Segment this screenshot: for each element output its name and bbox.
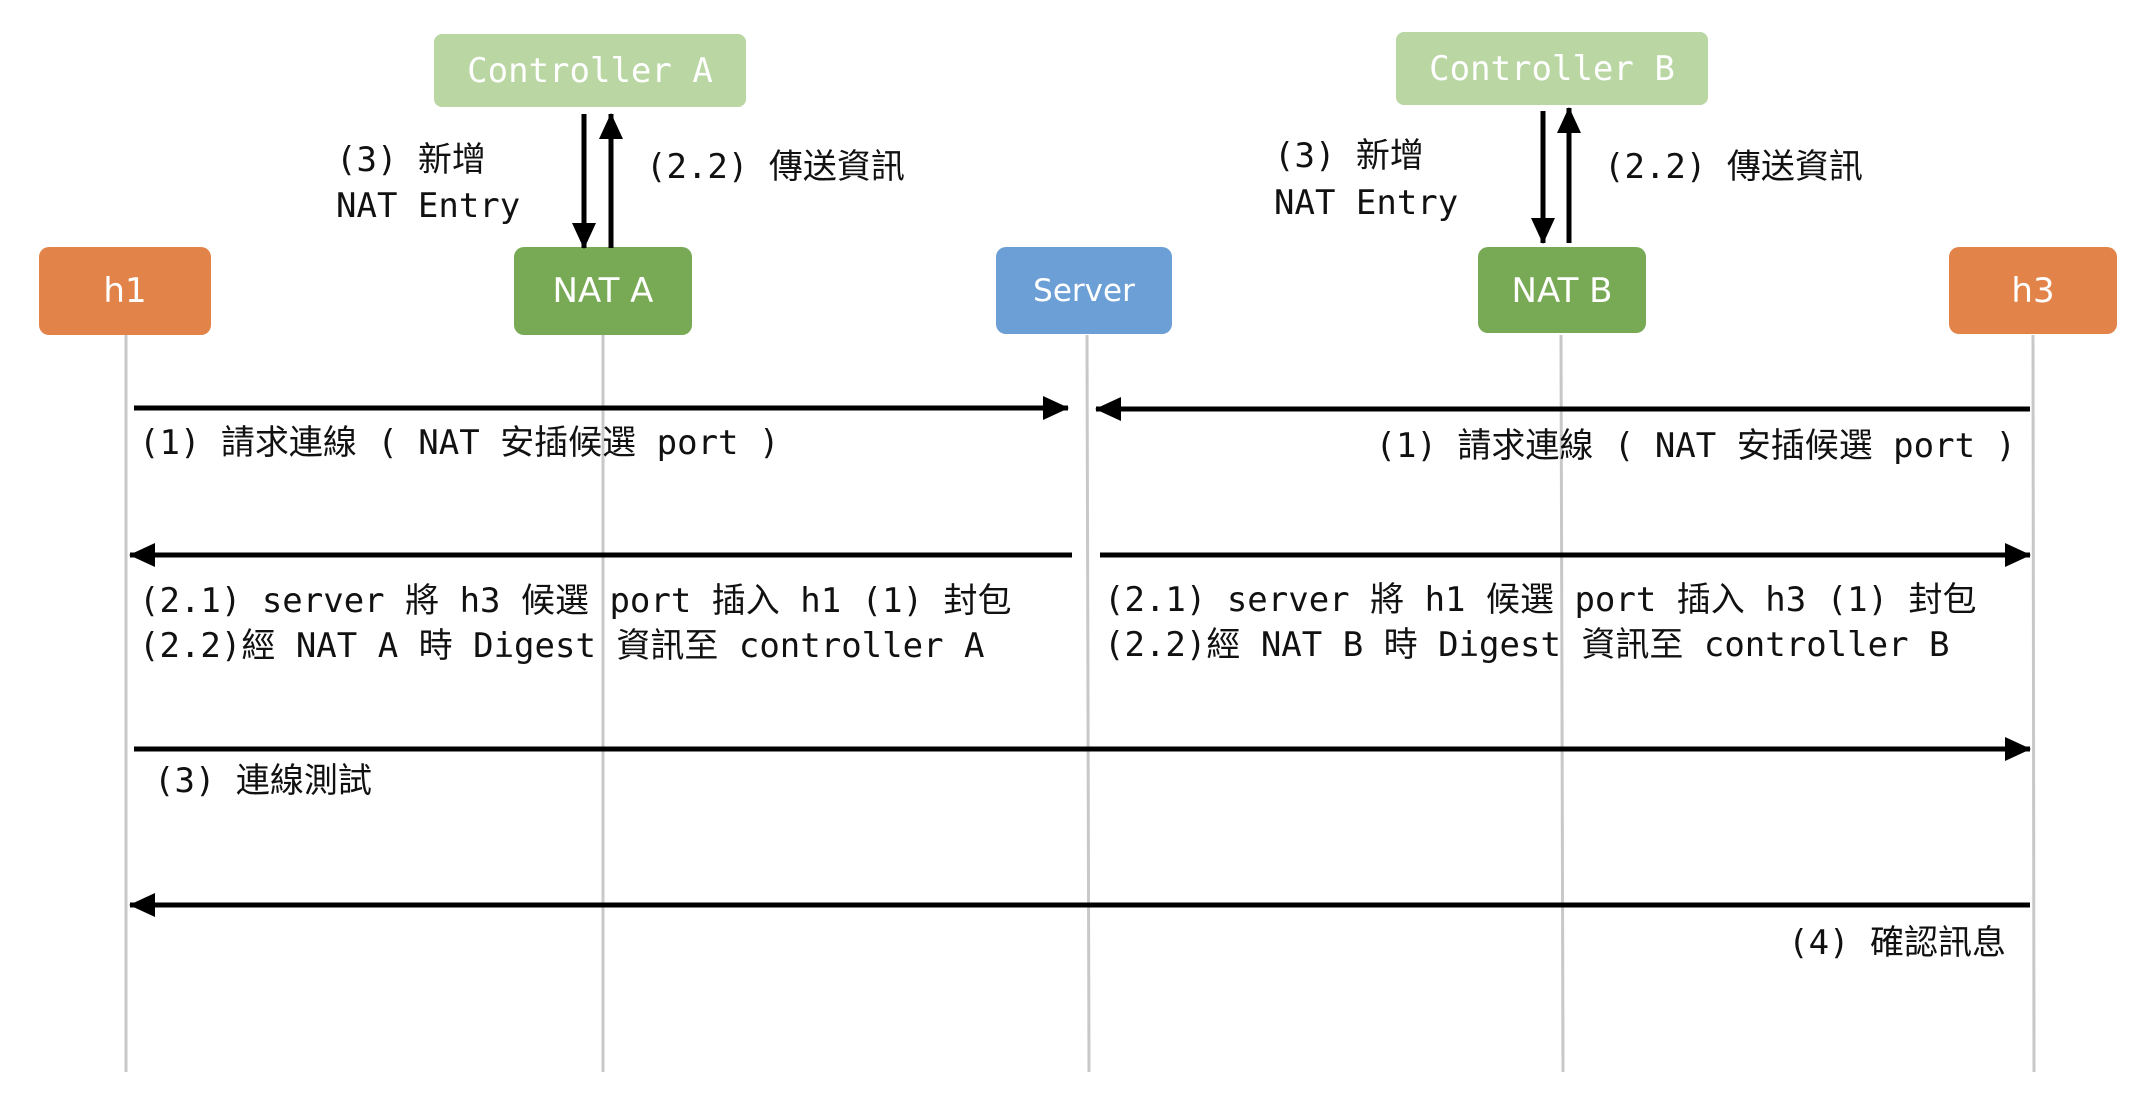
controller-b-box: Controller B	[1396, 32, 1708, 105]
controller-a-box: Controller A	[434, 34, 746, 107]
h1-box: h1	[39, 247, 211, 335]
lifeline-h3	[2031, 334, 2036, 1073]
message-1-left: (1) 請求連線 ( NAT 安插候選 port )	[139, 423, 779, 463]
nat-b-box: NAT B	[1478, 247, 1646, 333]
controller-b-label: Controller B	[1429, 49, 1675, 89]
controller-b-add-line2: NAT Entry	[1274, 183, 1458, 223]
h3-box: h3	[1949, 247, 2117, 334]
h1-label: h1	[103, 271, 146, 311]
message-2-2-right: (2.2)經 NAT B 時 Digest 資訊至 controller B	[1104, 625, 1950, 665]
message-2-1-left: (2.1) server 將 h3 候選 port 插入 h1 (1) 封包	[139, 581, 1012, 621]
nat-b-label: NAT B	[1512, 271, 1613, 311]
controller-b-send-label: (2.2) 傳送資訊	[1604, 147, 1863, 187]
message-3: (3) 連線測試	[154, 761, 372, 801]
sequence-diagram: Controller A Controller B h1 NAT A Serve…	[39, 32, 2117, 1073]
server-box: Server	[996, 247, 1172, 334]
nat-a-label: NAT A	[553, 271, 654, 311]
message-1-right: (1) 請求連線 ( NAT 安插候選 port )	[1376, 426, 2016, 466]
server-label: Server	[1033, 273, 1135, 309]
message-2-1-right: (2.1) server 將 h1 候選 port 插入 h3 (1) 封包	[1104, 580, 1977, 620]
h3-label: h3	[2011, 271, 2054, 311]
controller-b-add-line1: (3) 新增	[1274, 136, 1424, 176]
controller-a-label: Controller A	[467, 51, 713, 91]
controller-a-add-line2: NAT Entry	[336, 186, 520, 226]
controller-a-add-line1: (3) 新增	[336, 140, 486, 180]
lifeline-server	[1085, 334, 1091, 1073]
controller-a-send-label: (2.2) 傳送資訊	[646, 147, 905, 187]
message-4: (4) 確認訊息	[1788, 923, 2006, 963]
nat-a-box: NAT A	[514, 247, 692, 335]
message-2-2-left: (2.2)經 NAT A 時 Digest 資訊至 controller A	[139, 626, 985, 666]
